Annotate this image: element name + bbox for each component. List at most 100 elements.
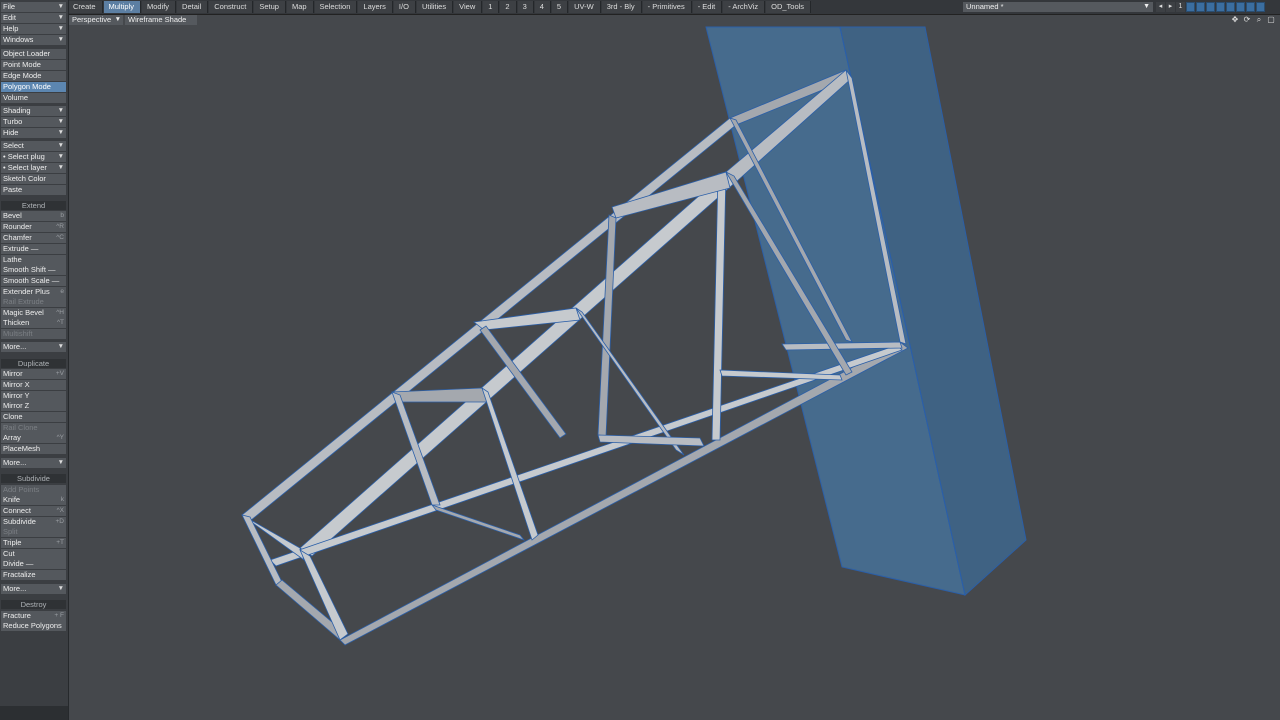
rotate-icon[interactable]: ⟳	[1242, 15, 1252, 25]
maximize-icon[interactable]: ▢	[1266, 15, 1276, 25]
volume-button[interactable]: Volume	[1, 93, 66, 103]
lathe-button[interactable]: Lathe	[1, 255, 66, 265]
extrude-button[interactable]: Extrude —	[1, 244, 66, 254]
windows-menu[interactable]: Windows ▼	[1, 35, 66, 45]
rail-extrude-button[interactable]: Rail Extrude	[1, 297, 66, 307]
edit-menu[interactable]: Edit ▼	[1, 13, 66, 23]
select-plug-menu[interactable]: • Select plug ▼	[1, 152, 66, 162]
select-layer-menu[interactable]: • Select layer ▼	[1, 163, 66, 173]
layer-3-box[interactable]	[1206, 2, 1215, 12]
rounder-button[interactable]: Rounder ^R	[1, 222, 66, 232]
divide-button[interactable]: Divide —	[1, 559, 66, 569]
tab-4[interactable]: 4	[534, 1, 551, 13]
subdivide-button[interactable]: Subdivide +D	[1, 517, 66, 527]
mirror-button[interactable]: Mirror +V	[1, 369, 66, 379]
hide-menu[interactable]: Hide ▼	[1, 128, 66, 138]
add-points-button[interactable]: Add Points	[1, 485, 66, 495]
view-type-selector[interactable]: Perspective ▼	[69, 15, 123, 25]
layer-8-box[interactable]	[1256, 2, 1265, 12]
sketch-color-button[interactable]: Sketch Color	[1, 174, 66, 184]
object-loader-button[interactable]: Object Loader	[1, 49, 66, 59]
tab-primitives[interactable]: - Primitives	[642, 1, 692, 13]
truss-beam	[339, 341, 909, 646]
tab-view[interactable]: View	[454, 1, 483, 13]
chevron-down-icon: ▼	[57, 343, 64, 350]
magic-bevel-button[interactable]: Magic Bevel ^H	[1, 308, 66, 318]
chamfer-button[interactable]: Chamfer ^C	[1, 233, 66, 243]
tab-3rd-bly[interactable]: 3rd - Bly	[601, 1, 642, 13]
tab-3[interactable]: 3	[517, 1, 534, 13]
polygon-mode-button[interactable]: Polygon Mode	[1, 82, 66, 92]
tab-5[interactable]: 5	[551, 1, 569, 13]
shading-menu[interactable]: Shading ▼	[1, 106, 66, 116]
array-button[interactable]: Array ^Y	[1, 433, 66, 443]
paste-button[interactable]: Paste	[1, 185, 66, 195]
layer-5-box[interactable]	[1226, 2, 1235, 12]
tab-uv-w[interactable]: UV-W	[569, 1, 601, 13]
tab-i-o[interactable]: I/O	[393, 1, 416, 13]
more-extend-menu[interactable]: More... ▼	[1, 342, 66, 352]
layer-1-box[interactable]	[1186, 2, 1195, 12]
fractalize-button[interactable]: Fractalize	[1, 570, 66, 580]
truss-beam	[711, 171, 727, 441]
perspective-viewport[interactable]: Perspective ▼ Wireframe Shade ✥ ⟳ ⌕ ▢	[68, 14, 1280, 720]
rail-clone-button[interactable]: Rail Clone	[1, 423, 66, 433]
move-icon[interactable]: ✥	[1230, 15, 1240, 25]
smooth-scale-button[interactable]: Smooth Scale —	[1, 276, 66, 286]
smooth-shift-button[interactable]: Smooth Shift —	[1, 265, 66, 275]
tab-1[interactable]: 1	[483, 1, 500, 13]
tab-layers[interactable]: Layers	[358, 1, 393, 13]
connect-button[interactable]: Connect ^X	[1, 506, 66, 516]
shading-mode-label: Wireframe Shade	[128, 15, 187, 24]
multishift-button[interactable]: Multishift	[1, 329, 66, 339]
thicken-button[interactable]: Thicken ^T	[1, 318, 66, 328]
split-button[interactable]: Split	[1, 527, 66, 537]
cut-button[interactable]: Cut	[1, 549, 66, 559]
prev-layer-button[interactable]: ◂	[1156, 2, 1165, 12]
mirror-z-button[interactable]: Mirror Z	[1, 401, 66, 411]
zoom-icon[interactable]: ⌕	[1254, 15, 1264, 25]
tab-multiply[interactable]: Multiply	[103, 1, 141, 13]
scene-name: Unnamed *	[966, 2, 1004, 11]
chevron-down-icon: ▼	[57, 459, 64, 466]
scene-canvas[interactable]	[68, 14, 1280, 720]
tab-utilities[interactable]: Utilities	[416, 1, 454, 13]
fracture-button[interactable]: Fracture + F	[1, 611, 66, 621]
tab-archviz[interactable]: - ArchViz	[723, 1, 766, 13]
reduce-polygons-button[interactable]: Reduce Polygons	[1, 621, 66, 631]
layer-7-box[interactable]	[1246, 2, 1255, 12]
clone-button[interactable]: Clone	[1, 412, 66, 422]
scene-selector[interactable]: Unnamed * ▼	[963, 2, 1153, 12]
more-duplicate-menu[interactable]: More... ▼	[1, 458, 66, 468]
turbo-menu[interactable]: Turbo ▼	[1, 117, 66, 127]
tab-modify[interactable]: Modify	[141, 1, 177, 13]
layer-2-box[interactable]	[1196, 2, 1205, 12]
layer-4-box[interactable]	[1216, 2, 1225, 12]
knife-button[interactable]: Knife k	[1, 495, 66, 505]
placemesh-button[interactable]: PlaceMesh	[1, 444, 66, 454]
tab-detail[interactable]: Detail	[177, 1, 209, 13]
mirror-x-button[interactable]: Mirror X	[1, 380, 66, 390]
tab-construct[interactable]: Construct	[209, 1, 254, 13]
file-menu[interactable]: File ▼	[1, 2, 66, 12]
shading-mode-selector[interactable]: Wireframe Shade	[125, 15, 197, 25]
next-layer-button[interactable]: ▸	[1166, 2, 1175, 12]
tab-2[interactable]: 2	[500, 1, 517, 13]
point-mode-button[interactable]: Point Mode	[1, 60, 66, 70]
bevel-button[interactable]: Bevel b	[1, 211, 66, 221]
extender-plus-button[interactable]: Extender Plus e	[1, 287, 66, 297]
tab-edit[interactable]: - Edit	[692, 1, 723, 13]
more-subdivide-menu[interactable]: More... ▼	[1, 584, 66, 594]
tab-map[interactable]: Map	[286, 1, 314, 13]
edge-mode-button[interactable]: Edge Mode	[1, 71, 66, 81]
tab-setup[interactable]: Setup	[254, 1, 286, 13]
select-menu[interactable]: Select ▼	[1, 141, 66, 151]
mirror-y-button[interactable]: Mirror Y	[1, 391, 66, 401]
help-menu[interactable]: Help ▼	[1, 24, 66, 34]
tab-selection[interactable]: Selection	[314, 1, 358, 13]
chevron-down-icon: ▼	[57, 107, 64, 114]
triple-button[interactable]: Triple +T	[1, 538, 66, 548]
tab-create[interactable]: Create	[68, 1, 103, 13]
tab-od-tools[interactable]: OD_Tools	[766, 1, 812, 13]
layer-6-box[interactable]	[1236, 2, 1245, 12]
